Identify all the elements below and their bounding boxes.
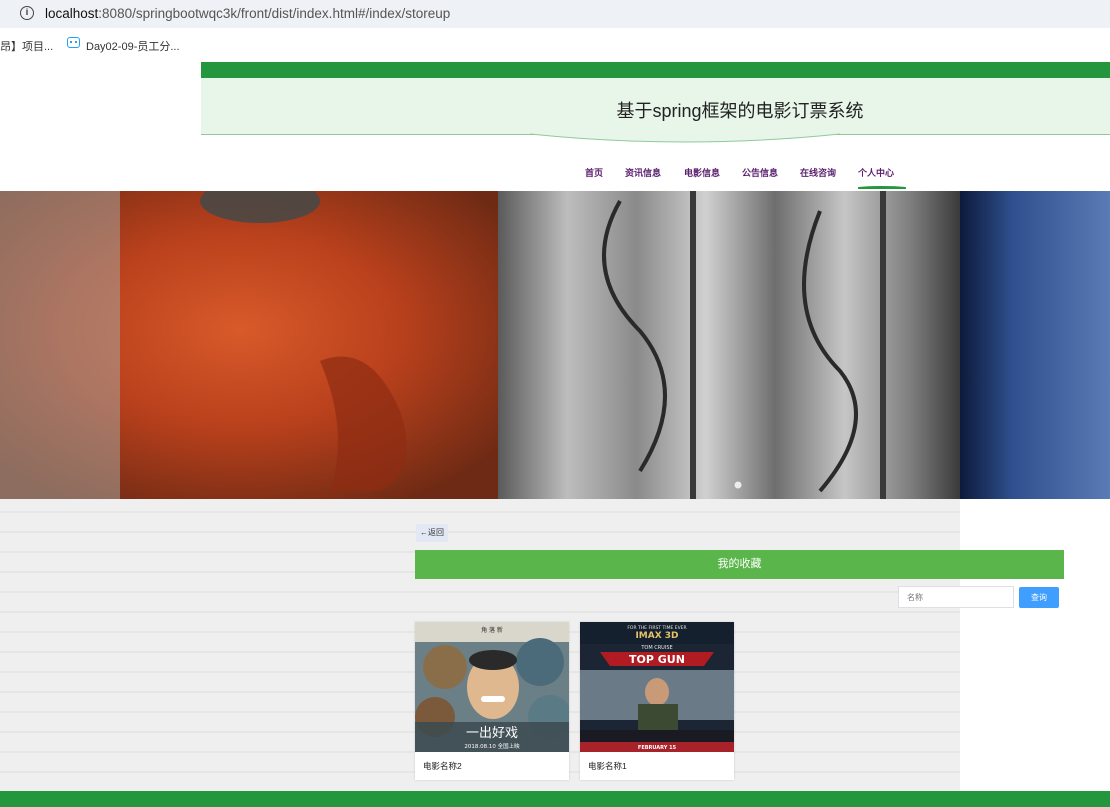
poster-image: 角 落 新 一出好戏 2018.08.10 全国上映 [415, 622, 569, 752]
nav-news[interactable]: 资讯信息 [625, 166, 661, 179]
nav-notices[interactable]: 公告信息 [742, 166, 778, 179]
search-button[interactable]: 查询 [1019, 587, 1059, 608]
back-button[interactable]: ←返回 [416, 524, 448, 542]
movie-name: 电影名称2 [423, 761, 462, 771]
footer-bar [0, 791, 1110, 807]
svg-text:2018.08.10 全国上映: 2018.08.10 全国上映 [464, 742, 520, 750]
info-icon[interactable]: i [20, 6, 34, 20]
search-name-input[interactable] [898, 586, 1014, 608]
movie-poster[interactable]: 角 落 新 一出好戏 2018.08.10 全国上映 [415, 622, 569, 752]
url-text[interactable]: localhost:8080/springbootwqc3k/front/dis… [45, 6, 450, 21]
nav-personal-center[interactable]: 个人中心 [858, 166, 894, 179]
svg-text:IMAX 3D: IMAX 3D [635, 631, 678, 641]
nav-consult[interactable]: 在线咨询 [800, 166, 836, 179]
banner-carousel[interactable] [0, 191, 1110, 499]
svg-text:一出好戏: 一出好戏 [466, 726, 518, 741]
svg-text:TOM CRUISE: TOM CRUISE [640, 645, 672, 651]
nav-home[interactable]: 首页 [585, 166, 603, 179]
bilibili-icon [67, 37, 80, 48]
site-title: 基于spring框架的电影订票系统 [616, 101, 864, 121]
svg-text:FEBRUARY 15: FEBRUARY 15 [638, 745, 677, 751]
svg-text:TOP GUN: TOP GUN [629, 653, 685, 666]
movie-card[interactable]: FOR THE FIRST TIME EVER IMAX 3D TOM CRUI… [580, 622, 734, 780]
movie-card[interactable]: 角 落 新 一出好戏 2018.08.10 全国上映 电影名称2 [415, 622, 569, 780]
movie-name: 电影名称1 [588, 761, 627, 771]
bookmark-item[interactable]: 昂】项目... [0, 38, 53, 54]
bookmark-item[interactable]: Day02-09-员工分... [86, 38, 180, 54]
carousel-indicator[interactable] [734, 481, 742, 489]
nav-active-indicator [858, 186, 906, 189]
header-top-stripe [201, 62, 1110, 78]
banner-image [0, 191, 1110, 499]
section-title-bar: 我的收藏 [415, 550, 1064, 579]
nav-movies[interactable]: 电影信息 [684, 166, 720, 179]
movie-poster[interactable]: FOR THE FIRST TIME EVER IMAX 3D TOM CRUI… [580, 622, 734, 752]
svg-text:角 落 新: 角 落 新 [481, 626, 503, 634]
poster-image: FOR THE FIRST TIME EVER IMAX 3D TOM CRUI… [580, 622, 734, 752]
header-curve-decoration [530, 130, 840, 143]
